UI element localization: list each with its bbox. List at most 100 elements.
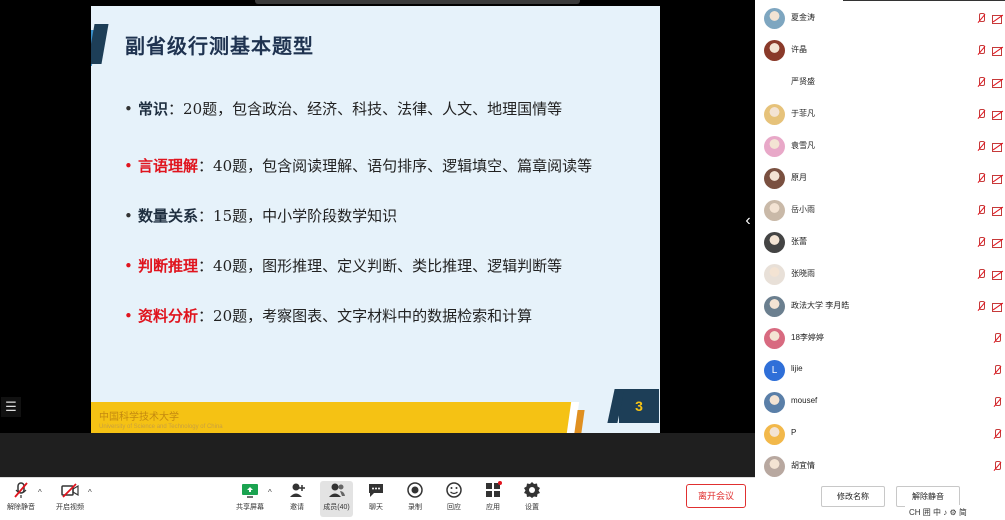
chevron-up-icon[interactable]: ^ xyxy=(38,488,42,497)
muted-mic-icon xyxy=(977,13,985,25)
camera-off-icon xyxy=(992,14,1004,24)
apps-button[interactable]: 应用 xyxy=(479,481,507,517)
muted-mic-icon xyxy=(993,333,1001,345)
avatar xyxy=(764,424,785,445)
participant-row[interactable]: Llijie xyxy=(755,355,1005,387)
bullet-dot: • xyxy=(124,100,133,118)
bullet-term: 数量关系 xyxy=(138,207,199,225)
muted-mic-icon xyxy=(977,173,985,185)
settings-label: 设置 xyxy=(525,504,539,511)
meeting-toolbar: 解除静音 ^ 开启视频 ^ 共享屏幕 ^ 邀请 成员(40) 聊天 录制 回应 … xyxy=(0,477,755,520)
avatar xyxy=(764,232,785,253)
avatar xyxy=(764,104,785,125)
bullet-text: 40题，包含阅读理解、语句排序、逻辑填空、篇章阅读等 xyxy=(213,157,593,175)
chat-icon xyxy=(367,481,385,499)
invite-button[interactable]: 邀请 xyxy=(283,481,311,517)
participant-row[interactable]: 严贤盛 xyxy=(755,67,1005,99)
bullet-item: • 资料分析：20题，考察图表、文字材料中的数据检索和计算 xyxy=(124,305,532,326)
bullet-dot: • xyxy=(124,207,133,225)
share-screen-label: 共享屏幕 xyxy=(236,504,264,511)
bullet-separator: ： xyxy=(198,157,214,175)
bullet-separator: ： xyxy=(198,257,214,275)
participant-row[interactable]: mousef xyxy=(755,387,1005,419)
avatar: L xyxy=(764,360,785,381)
participant-name: 夏金涛 xyxy=(791,13,815,22)
replay-button[interactable]: 回应 xyxy=(440,481,468,517)
camera-off-icon xyxy=(992,110,1004,120)
share-screen-icon xyxy=(241,481,259,499)
unmute-button[interactable]: 解除静音 xyxy=(4,481,38,517)
bullet-term: 资料分析 xyxy=(138,307,199,325)
stage-bottom-area xyxy=(0,433,755,477)
bullet-dot: • xyxy=(124,257,133,275)
participant-name: 于菲凡 xyxy=(791,109,815,118)
add-person-icon xyxy=(288,481,306,499)
chat-label: 聊天 xyxy=(369,504,383,511)
participant-row[interactable]: 政法大学 李月皓 xyxy=(755,291,1005,323)
camera-off-icon xyxy=(992,46,1004,56)
shared-screen-area: 副省级行测基本题型 • 常识：20题，包含政治、经济、科技、法律、人文、地理国情等… xyxy=(0,0,755,477)
muted-mic-icon xyxy=(977,205,985,217)
chevron-up-icon[interactable]: ^ xyxy=(88,488,92,497)
muted-mic-icon xyxy=(977,45,985,57)
bullet-text: 20题，包含政治、经济、科技、法律、人文、地理国情等 xyxy=(183,100,563,118)
start-video-button[interactable]: 开启视频 xyxy=(52,481,88,517)
participant-row[interactable]: 于菲凡 xyxy=(755,99,1005,131)
participant-name: 胡宜情 xyxy=(791,461,815,470)
participant-row[interactable]: 张晓雨 xyxy=(755,259,1005,291)
chevron-left-icon[interactable]: ‹ xyxy=(741,210,755,232)
bullet-item: • 言语理解：40题，包含阅读理解、语句排序、逻辑填空、篇章阅读等 xyxy=(124,155,592,176)
camera-off-icon xyxy=(992,78,1004,88)
avatar xyxy=(764,40,785,61)
participant-row[interactable]: P xyxy=(755,419,1005,451)
logo-subtext: University of Science and Technology of … xyxy=(99,424,223,430)
chat-button[interactable]: 聊天 xyxy=(362,481,390,517)
start-video-label: 开启视频 xyxy=(56,504,84,511)
participant-name: 政法大学 李月皓 xyxy=(791,301,850,310)
participant-row[interactable]: 胡宜情 xyxy=(755,451,1005,483)
participant-row[interactable]: 岳小雨 xyxy=(755,195,1005,227)
settings-button[interactable]: 设置 xyxy=(518,481,546,517)
share-screen-button[interactable]: 共享屏幕 xyxy=(232,481,268,517)
muted-mic-icon xyxy=(977,141,985,153)
chevron-up-icon[interactable]: ^ xyxy=(268,488,272,497)
avatar xyxy=(764,8,785,29)
participant-name: 原月 xyxy=(791,173,807,182)
bullet-text: 40题，图形推理、定义判断、类比推理、逻辑判断等 xyxy=(213,257,563,275)
participant-row[interactable]: 夏金涛 xyxy=(755,3,1005,35)
participant-row[interactable]: 18李婷婷 xyxy=(755,323,1005,355)
participant-row[interactable]: 许晶 xyxy=(755,35,1005,67)
bullet-separator: ： xyxy=(198,307,214,325)
participant-name: 岳小雨 xyxy=(791,205,815,214)
bullet-text: 15题，中小学阶段数学知识 xyxy=(213,207,398,225)
muted-mic-icon xyxy=(977,269,985,281)
list-icon[interactable]: ☰ xyxy=(1,397,21,417)
presentation-slide: 副省级行测基本题型 • 常识：20题，包含政治、经济、科技、法律、人文、地理国情等… xyxy=(91,6,660,433)
participant-name: 许晶 xyxy=(791,45,807,54)
leave-meeting-button[interactable]: 离开会议 xyxy=(686,484,746,508)
rename-button[interactable]: 修改名称 xyxy=(821,486,885,507)
camera-off-icon xyxy=(992,302,1004,312)
participant-name: P xyxy=(791,428,797,437)
participant-row[interactable]: 原月 xyxy=(755,163,1005,195)
avatar xyxy=(764,264,785,285)
avatar xyxy=(764,168,785,189)
record-button[interactable]: 录制 xyxy=(401,481,429,517)
members-icon xyxy=(328,481,346,499)
bullet-separator: ： xyxy=(168,100,184,118)
avatar xyxy=(764,296,785,317)
participant-row[interactable]: 袁雪凡 xyxy=(755,131,1005,163)
avatar xyxy=(764,136,785,157)
muted-mic-icon xyxy=(993,365,1001,377)
participant-name: 严贤盛 xyxy=(791,77,815,86)
participant-name: 张晓雨 xyxy=(791,269,815,278)
unmute-self-button[interactable]: 解除静音 xyxy=(896,486,960,507)
avatar xyxy=(764,456,785,477)
bullet-dot: • xyxy=(124,157,133,175)
members-button[interactable]: 成员(40) xyxy=(320,481,353,517)
participant-name: lijie xyxy=(791,364,803,373)
participant-name: 袁雪凡 xyxy=(791,141,815,150)
system-tray: CH 囲 中 ♪ ⚙ 简 xyxy=(905,505,1005,520)
participant-row[interactable]: 张蕾 xyxy=(755,227,1005,259)
bullet-item: • 判断推理：40题，图形推理、定义判断、类比推理、逻辑判断等 xyxy=(124,255,562,276)
